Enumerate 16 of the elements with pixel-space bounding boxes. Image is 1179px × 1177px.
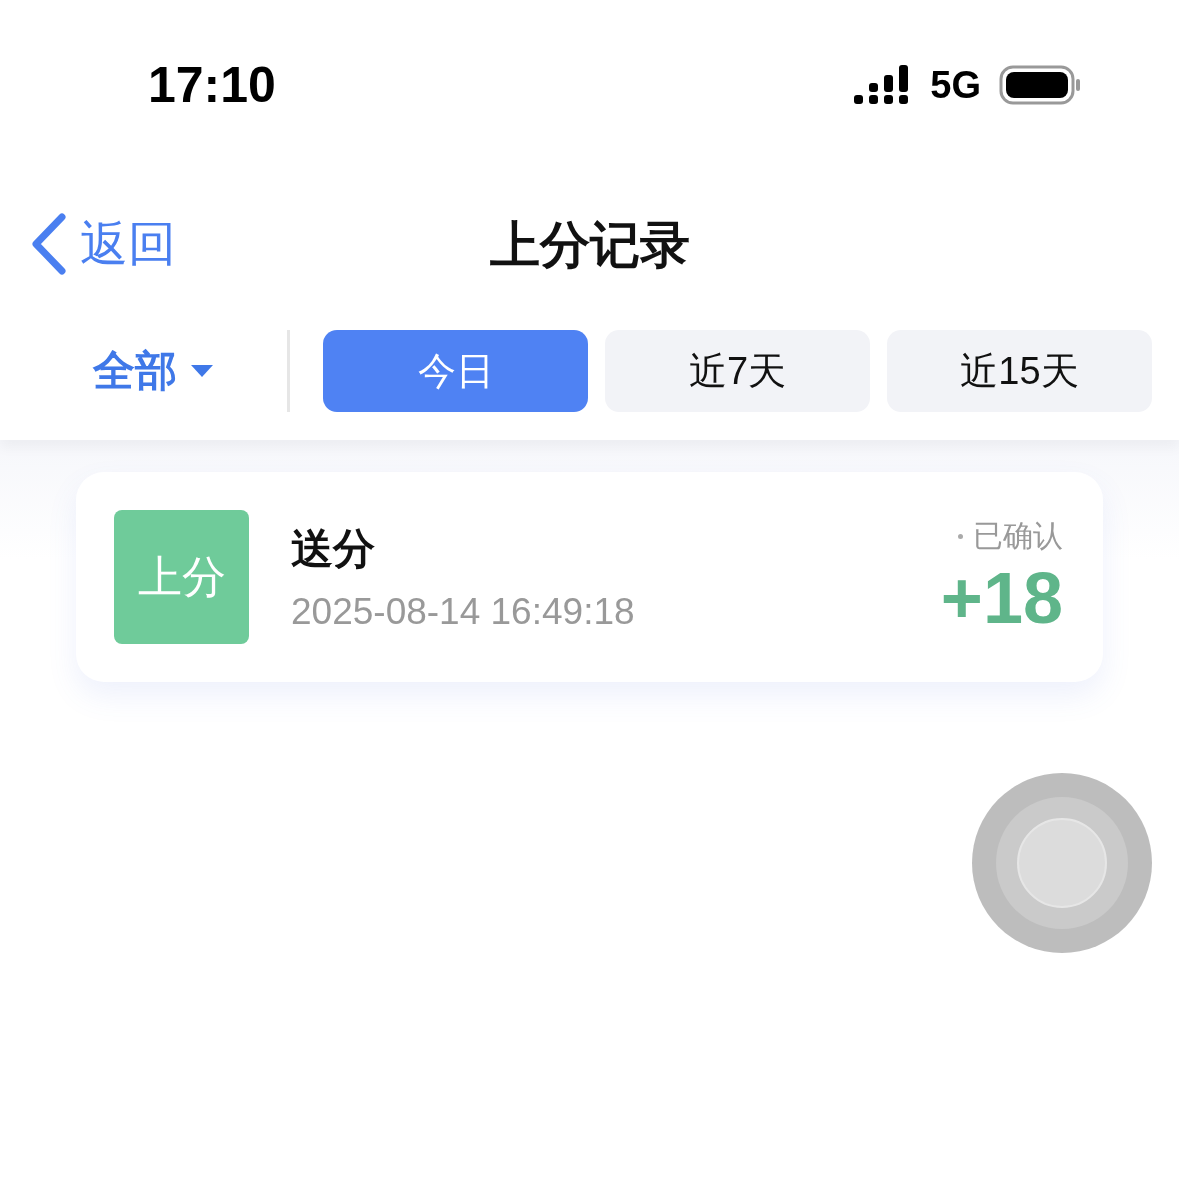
battery-icon — [999, 65, 1081, 105]
record-amount: +18 — [940, 556, 1063, 639]
category-dropdown[interactable]: 全部 — [0, 330, 290, 412]
caret-down-icon — [190, 365, 213, 377]
network-label: 5G — [930, 63, 981, 107]
date-range-tab[interactable]: 近15天 — [887, 330, 1152, 412]
date-range-tab[interactable]: 今日 — [323, 330, 588, 412]
back-button[interactable]: 返回 — [28, 212, 176, 276]
record-tag: 上分 — [114, 510, 249, 644]
record-title: 送分 — [291, 524, 376, 574]
record-time: 2025-08-14 16:49:18 — [291, 591, 636, 633]
status-dot-icon — [958, 533, 963, 539]
page-title: 上分记录 — [489, 215, 690, 275]
record-status: 已确认 — [973, 517, 1063, 554]
date-range-tab[interactable]: 近7天 — [605, 330, 870, 412]
status-time: 17:10 — [148, 56, 276, 114]
